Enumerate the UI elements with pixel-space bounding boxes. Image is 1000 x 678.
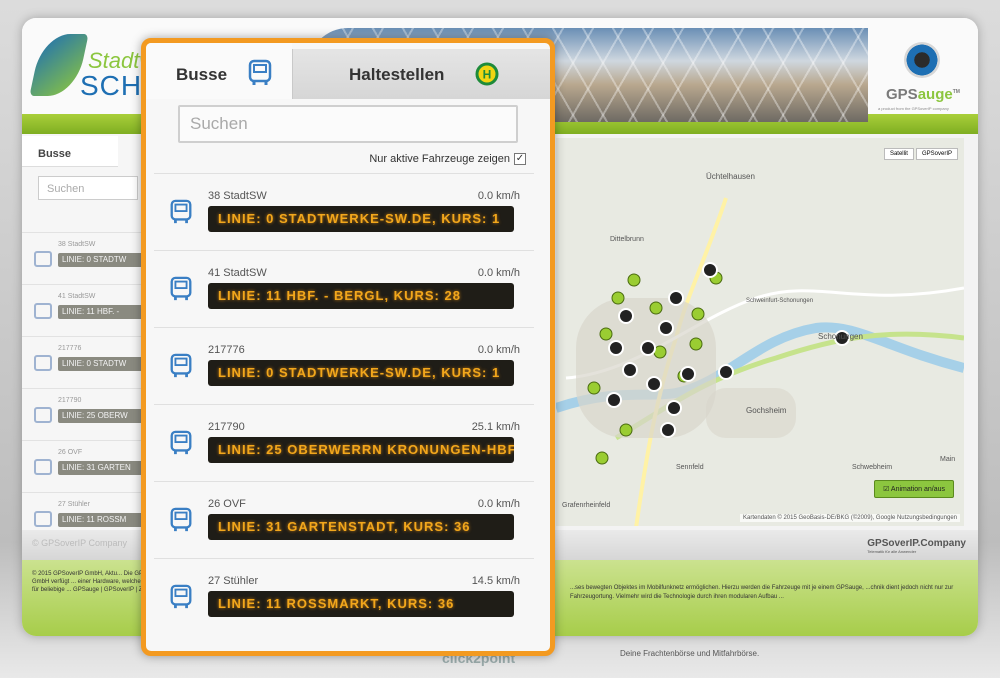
gpsauge-wordmark: GPSaugeTM — [886, 86, 960, 103]
vehicle-id: 217776 — [208, 344, 245, 356]
map-attribution: Kartendaten © 2015 GeoBasis-DE/BKG (©200… — [740, 514, 960, 522]
line-display: LINIE: 0 STADTWERKE-SW.DE, KURS: 1 — [208, 360, 514, 386]
ghost-list-item[interactable]: 41 StadtSW LINIE: 11 HBF. - — [22, 284, 146, 337]
map-label: Grafenrheinfeld — [562, 502, 611, 509]
map-label: Gochsheim — [746, 406, 787, 415]
ghost-vehicle-panel: Busse Suchen 38 StadtSW LINIE: 0 STADTW 4… — [22, 134, 147, 534]
bus-icon — [170, 430, 192, 455]
tab-busse[interactable]: Busse — [146, 43, 292, 99]
line-display: LINIE: 11 HBF. - BERGL, KURS: 28 — [208, 283, 514, 309]
vehicle-id: 217790 — [208, 421, 245, 433]
widget-tabs: Busse Haltestellen H — [146, 43, 550, 99]
line-display: LINIE: 11 ROSSMARKT, KURS: 36 — [208, 591, 514, 617]
vehicle-id: 26 OVF — [208, 498, 246, 510]
vehicle-map[interactable]: Satellit GPSoverIP Üchtelhausen Dittelbru… — [556, 138, 964, 526]
ghost-list-item[interactable]: 26 OVF LINIE: 31 GARTEN — [22, 440, 146, 493]
vehicle-speed: 25.1 km/h — [471, 421, 520, 433]
map-canvas[interactable] — [556, 138, 964, 526]
bus-icon — [170, 584, 192, 609]
stadtwerke-logo[interactable]: Stadtw SCHW — [29, 26, 169, 116]
gpsoverip-footer-logo[interactable]: GPSoverIP.Company Telematik für alle Anwe… — [867, 538, 966, 554]
bus-icon — [170, 507, 192, 532]
ghost-list-item[interactable]: 217776 LINIE: 0 STADTW — [22, 336, 146, 389]
ghost-list-item[interactable]: 217790 LINIE: 25 OBERW — [22, 388, 146, 441]
gpsauge-tagline: a product from the GPSoverIP company — [878, 106, 949, 111]
animation-toggle[interactable]: ☑ Animation an/aus — [874, 480, 954, 498]
vehicle-id: 27 Stühler — [208, 575, 259, 587]
map-gpsoverip-button[interactable]: GPSoverIP — [915, 148, 958, 160]
map-label: Main — [940, 456, 956, 463]
active-vehicles-toggle[interactable]: Nur aktive Fahrzeuge zeigen ✓ — [369, 153, 526, 166]
click2point-tagline: Deine Frachtenbörse und Mitfahrbörse. — [620, 649, 760, 658]
gpsauge-eye-icon — [904, 42, 940, 78]
search-input[interactable]: Suchen — [178, 105, 518, 143]
list-item[interactable]: 41 StadtSW 0.0 km/h LINIE: 11 HBF. - BER… — [154, 250, 534, 328]
ghost-tab-busse[interactable]: Busse — [22, 136, 118, 167]
map-label: Schonungen — [818, 332, 863, 341]
active-vehicles-checkbox[interactable]: ✓ — [514, 153, 526, 166]
map-label: Schwebheim — [852, 464, 893, 471]
map-satellit-button[interactable]: Satellit — [883, 148, 914, 160]
vehicle-speed: 0.0 km/h — [477, 344, 520, 356]
bus-icon — [248, 59, 272, 85]
tab-haltestellen-label: Haltestellen — [349, 65, 445, 84]
map-label: Schweinfurt-Schonungen — [746, 298, 814, 304]
bus-stop-icon: H — [475, 62, 499, 86]
line-display: LINIE: 31 GARTENSTADT, KURS: 36 — [208, 514, 514, 540]
footer-text-right: ...ses bewegten Objektes im Mobilfunknet… — [570, 585, 954, 600]
map-label: Sennfeld — [676, 464, 704, 471]
vehicle-list-widget: Busse Haltestellen H Suchen Nur aktive F… — [141, 38, 555, 656]
vehicle-speed: 0.0 km/h — [477, 498, 520, 510]
map-label: Dittelbrunn — [610, 236, 644, 243]
ghost-list-item[interactable]: 38 StadtSW LINIE: 0 STADTW — [22, 232, 146, 285]
vehicle-id: 38 StadtSW — [208, 190, 267, 202]
line-display: LINIE: 25 OBERWERRN KRONUNGEN-HBF — [208, 437, 514, 463]
vehicle-speed: 0.0 km/h — [477, 267, 520, 279]
vehicle-speed: 0.0 km/h — [477, 190, 520, 202]
list-item[interactable]: 26 OVF 0.0 km/h LINIE: 31 GARTENSTADT, K… — [154, 481, 534, 559]
ghost-search-input[interactable]: Suchen — [38, 176, 138, 200]
list-item[interactable]: 38 StadtSW 0.0 km/h LINIE: 0 STADTWERKE-… — [154, 173, 534, 251]
list-item[interactable]: 27 Stühler 14.5 km/h LINIE: 11 ROSSMARKT… — [154, 558, 534, 636]
list-item[interactable]: 217790 25.1 km/h LINIE: 25 OBERWERRN KRO… — [154, 404, 534, 482]
active-vehicles-label: Nur aktive Fahrzeuge zeigen — [369, 153, 510, 165]
tab-busse-label: Busse — [176, 65, 228, 84]
svg-text:H: H — [483, 68, 492, 82]
vehicle-id: 41 StadtSW — [208, 267, 267, 279]
gpsauge-logo[interactable]: GPSaugeTM a product from the GPSoverIP c… — [868, 28, 972, 118]
vehicle-speed: 14.5 km/h — [471, 575, 520, 587]
bus-icon — [170, 199, 192, 224]
list-item[interactable]: 217776 0.0 km/h LINIE: 0 STADTWERKE-SW.D… — [154, 327, 534, 405]
bus-icon — [170, 353, 192, 378]
line-display: LINIE: 0 STADTWERKE-SW.DE, KURS: 1 — [208, 206, 514, 232]
bus-icon — [170, 276, 192, 301]
map-label: Üchtelhausen — [706, 172, 755, 181]
footer-copyright: © GPSoverIP Company — [32, 538, 128, 548]
tab-haltestellen[interactable]: Haltestellen H — [292, 49, 550, 99]
map-type-buttons: Satellit GPSoverIP — [882, 142, 958, 160]
